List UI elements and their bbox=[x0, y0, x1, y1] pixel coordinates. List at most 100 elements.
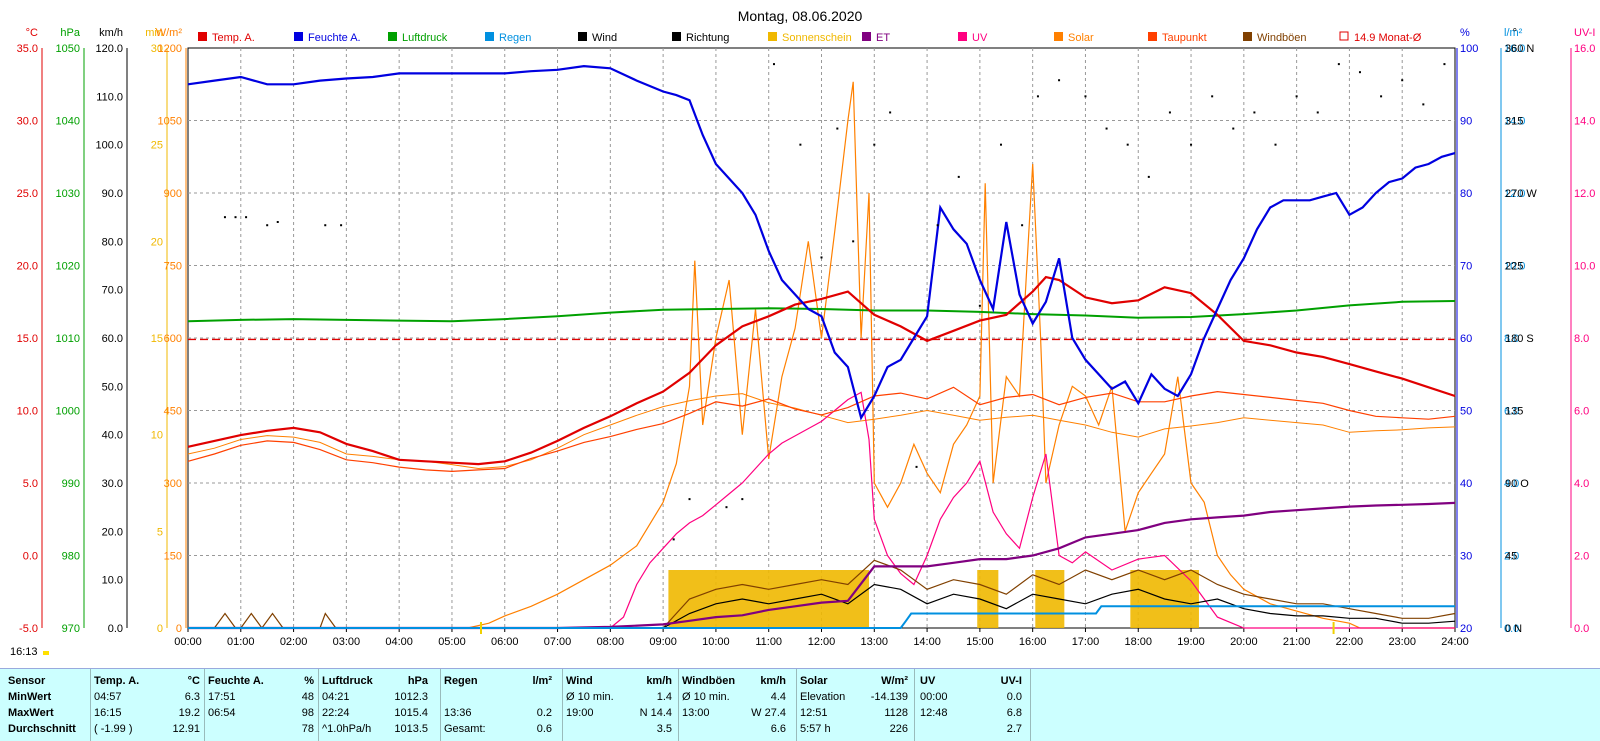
chart-svg: Montag, 08.06.202000:00 01:00 02:00 03:00 04… bbox=[17, 8, 1596, 648]
summary-divider bbox=[796, 669, 797, 741]
richtung-dot bbox=[1126, 143, 1129, 146]
summary-temp-min-time: 04:57 bbox=[94, 691, 122, 703]
left-axis-tick-label: 990 bbox=[62, 478, 80, 490]
richtung-dot bbox=[741, 498, 744, 501]
left-axis-tick-label: -5.0 bbox=[19, 623, 38, 635]
weather-day-chart: Montag, 08.06.2020 00:00 01:00 02:00 03:00 04… bbox=[0, 0, 1600, 741]
right-axis-tick-label: 50 bbox=[1460, 406, 1472, 418]
left-axis-tick-label: 100.0 bbox=[95, 140, 123, 152]
richtung-dot bbox=[1147, 175, 1150, 178]
left-axis-unit: km/h bbox=[99, 27, 123, 39]
left-axis-tick-label: 20 bbox=[151, 236, 163, 248]
x-tick-label: 18:00 bbox=[1124, 636, 1152, 648]
legend-swatch bbox=[1243, 32, 1252, 41]
left-axis-tick-label: 15 bbox=[151, 333, 163, 345]
richtung-dot bbox=[1295, 95, 1298, 98]
summary-uv-min: 0.0 bbox=[1006, 691, 1022, 703]
summary-solar-label: Solar bbox=[800, 675, 828, 687]
richtung-dot bbox=[1168, 111, 1171, 114]
x-tick-label: 16:00 bbox=[1019, 636, 1047, 648]
legend-swatch bbox=[198, 32, 207, 41]
summary-luftdruck-min-time: 04:21 bbox=[322, 691, 350, 703]
left-axis-tick-label: 120.0 bbox=[95, 43, 123, 55]
summary-luftdruck-max: 1015.4 bbox=[394, 707, 428, 719]
summary-boeen-min-label: Ø 10 min. bbox=[682, 691, 730, 703]
summary-divider bbox=[678, 669, 679, 741]
left-axis-unit: W/m² bbox=[156, 27, 183, 39]
sun-marker-icon bbox=[42, 651, 49, 655]
summary-temp-unit: °C bbox=[187, 675, 200, 687]
summary-uv-max-time: 12:48 bbox=[920, 707, 948, 719]
summary-boeen-min: 4.4 bbox=[770, 691, 786, 703]
left-axis-tick-label: 0 bbox=[176, 623, 182, 635]
x-tick-label: 20:00 bbox=[1230, 636, 1258, 648]
legend-swatch bbox=[768, 32, 777, 41]
legend-swatch bbox=[578, 32, 587, 41]
richtung-dot bbox=[799, 143, 802, 146]
richtung-dot bbox=[1211, 95, 1214, 98]
left-axis-tick-label: 970 bbox=[62, 623, 80, 635]
legend-label: Windböen bbox=[1257, 32, 1307, 44]
left-axis-tick-label: 150 bbox=[164, 551, 182, 563]
x-tick-label: 04:00 bbox=[385, 636, 413, 648]
left-axis-tick-label: 1050 bbox=[158, 116, 182, 128]
x-tick-label: 23:00 bbox=[1388, 636, 1416, 648]
left-axis-tick-label: 50.0 bbox=[102, 381, 123, 393]
left-axis-tick-label: 1010 bbox=[56, 333, 80, 345]
left-axis-tick-label: 30.0 bbox=[102, 478, 123, 490]
right-axis-tick-label: 0.0 bbox=[1574, 623, 1589, 635]
summary-uv-max: 6.8 bbox=[1006, 707, 1022, 719]
summary-col-solar: Solar W/m² Elevation -14.139 12:51 1128 5:5… bbox=[800, 673, 908, 737]
x-tick-label: 17:00 bbox=[1072, 636, 1100, 648]
legend-swatch bbox=[672, 32, 681, 41]
richtung-dot bbox=[1380, 95, 1383, 98]
legend-label: Solar bbox=[1068, 32, 1094, 44]
left-axis-tick-label: 5 bbox=[157, 526, 163, 538]
richtung-dot bbox=[1443, 63, 1446, 66]
summary-temp-trend: ( -1.99 ) bbox=[94, 723, 133, 735]
right-axis-tick-label: 45 bbox=[1505, 551, 1517, 563]
summary-boeen-label: Windböen bbox=[682, 675, 736, 687]
right-axis-tick-label: 12.0 bbox=[1574, 188, 1595, 200]
right-axis-tick-label: 60 bbox=[1460, 333, 1472, 345]
left-axis-tick-label: 1040 bbox=[56, 116, 80, 128]
summary-col-feuchte: Feuchte A.% 17:51 48 06:54 98 78 bbox=[208, 673, 314, 737]
richtung-dot bbox=[852, 240, 855, 243]
right-axis-tick-label: 180 S bbox=[1505, 333, 1534, 345]
left-axis-tick-label: 980 bbox=[62, 551, 80, 563]
left-axis-unit: °C bbox=[26, 27, 38, 39]
legend-swatch bbox=[294, 32, 303, 41]
x-tick-label: 07:00 bbox=[544, 636, 572, 648]
left-axis-tick-label: 10 bbox=[151, 430, 163, 442]
legend-swatch bbox=[862, 32, 871, 41]
summary-temp-min: 6.3 bbox=[184, 691, 200, 703]
x-tick-label: 14:00 bbox=[913, 636, 941, 648]
right-axis-unit: % bbox=[1460, 27, 1470, 39]
x-tick-label: 24:00 bbox=[1441, 636, 1469, 648]
summary-temp-label: Temp. A. bbox=[94, 675, 140, 687]
summary-uv-label: UV bbox=[920, 675, 936, 687]
summary-sensor-header: Sensor bbox=[8, 675, 46, 687]
summary-uv-avg: 2.7 bbox=[1006, 723, 1022, 735]
left-axis-tick-label: 70.0 bbox=[102, 285, 123, 297]
right-axis-tick-label: 225 bbox=[1505, 261, 1523, 273]
summary-wind-max-time: 19:00 bbox=[566, 707, 594, 719]
summary-regen-label: Regen bbox=[444, 675, 478, 687]
summary-feuchte-max-time: 06:54 bbox=[208, 707, 236, 719]
summary-uv-min-time: 00:00 bbox=[920, 691, 948, 703]
left-axis-tick-label: 25.0 bbox=[17, 188, 38, 200]
richtung-dot bbox=[234, 216, 237, 219]
summary-col-wind: Wind km/h Ø 10 min. 1.4 19:00 N 14.4 3.5 bbox=[566, 673, 672, 737]
richtung-dot bbox=[957, 175, 960, 178]
x-tick-label: 03:00 bbox=[333, 636, 361, 648]
summary-regen-total: 0.6 bbox=[536, 723, 552, 735]
richtung-dot bbox=[1316, 111, 1319, 114]
summary-boeen-max: W 27.4 bbox=[751, 707, 786, 719]
right-axis-tick-label: 30 bbox=[1460, 551, 1472, 563]
summary-solar-max: 1128 bbox=[884, 707, 908, 719]
richtung-dot bbox=[1253, 111, 1256, 114]
x-tick-label: 10:00 bbox=[702, 636, 730, 648]
right-axis-tick-label: 360 N bbox=[1505, 43, 1534, 55]
x-tick-label: 13:00 bbox=[861, 636, 889, 648]
left-axis-tick-label: 1200 bbox=[158, 43, 182, 55]
